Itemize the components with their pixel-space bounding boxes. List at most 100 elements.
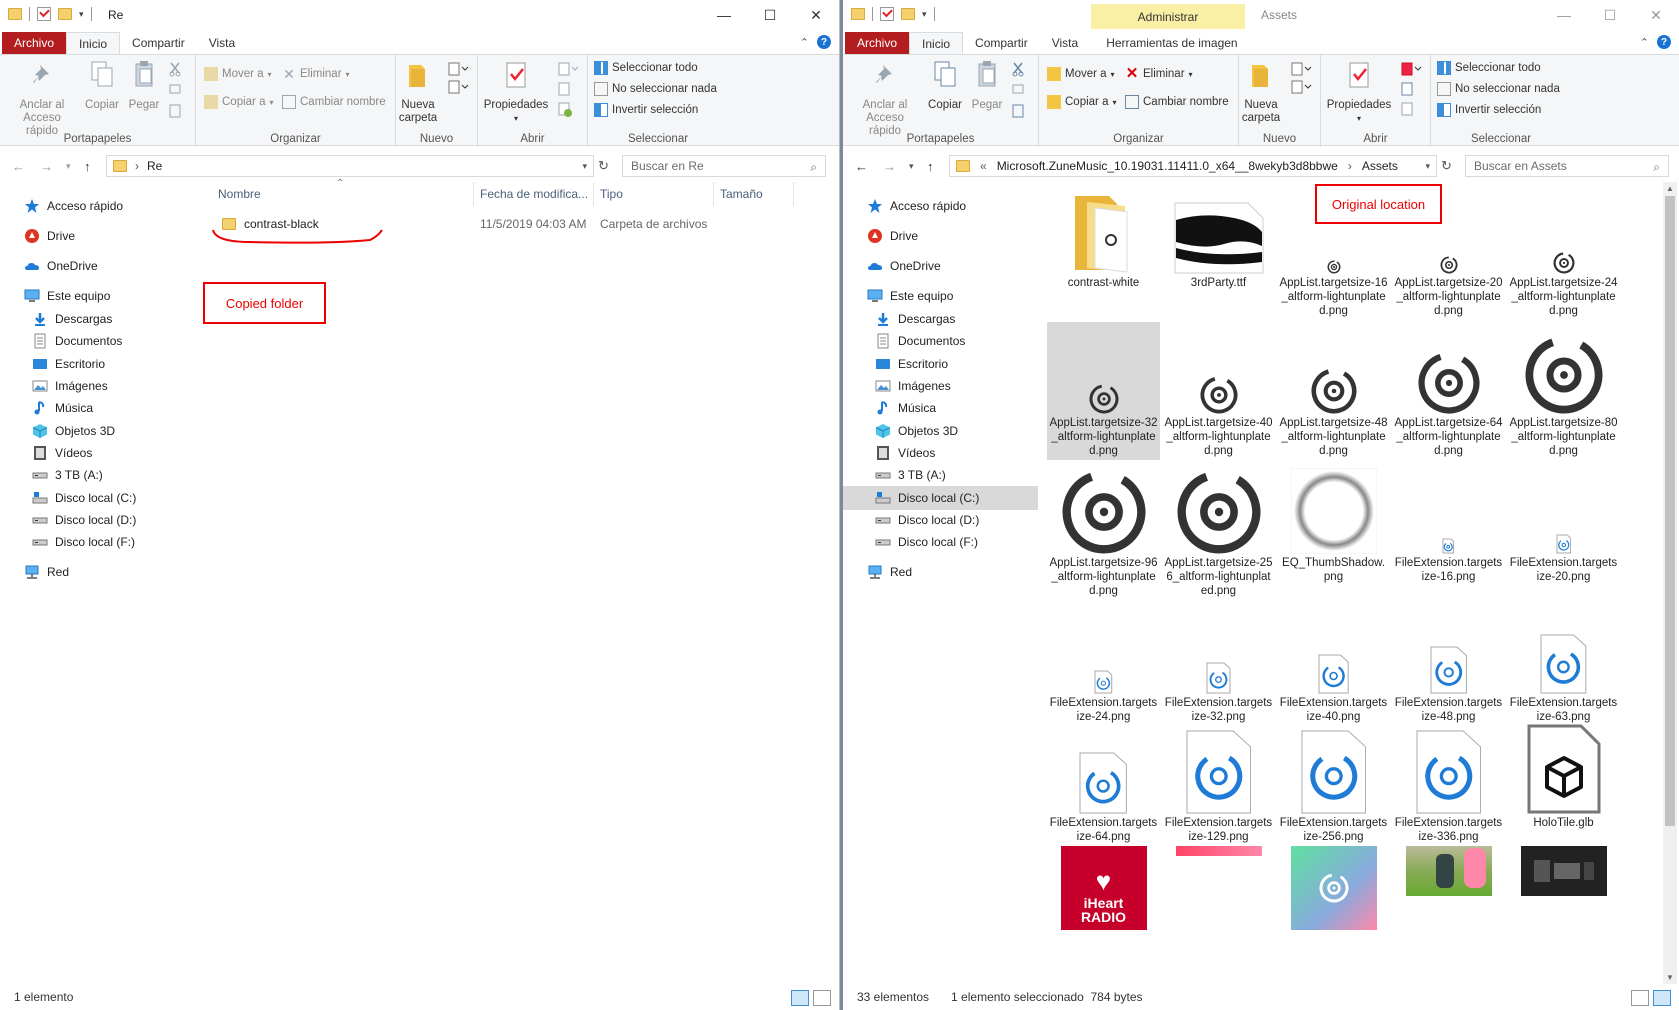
large-icons-view-button[interactable] — [1653, 990, 1671, 1006]
file-item[interactable]: AppList.targetsize-48_altform-lightunpla… — [1277, 322, 1390, 460]
sidebar-item-14[interactable]: Disco local (D:) — [0, 508, 200, 532]
file-item[interactable]: FileExtension.targetsize-63.png — [1507, 602, 1620, 740]
sidebar-item-6[interactable]: Documentos — [0, 329, 200, 353]
folder-icon[interactable] — [851, 8, 865, 20]
select-none-button[interactable]: No seleccionar nada — [1437, 82, 1560, 96]
back-arrow-icon[interactable]: ← — [855, 159, 868, 174]
column-name[interactable]: Nombre ⌃ — [212, 178, 474, 206]
sidebar-item-6[interactable]: Documentos — [843, 329, 1038, 353]
paste-button[interactable]: Pegar — [124, 59, 164, 112]
help-icon[interactable]: ? — [1657, 35, 1671, 49]
file-item[interactable]: FileExtension.targetsize-256.png — [1277, 722, 1390, 860]
tab-home[interactable]: Inicio — [66, 32, 121, 54]
file-item[interactable]: HoloTile.glb — [1507, 722, 1620, 860]
file-item[interactable]: AppList.targetsize-32_altform-lightunpla… — [1047, 322, 1160, 460]
sidebar-item-7[interactable]: Escritorio — [0, 352, 200, 376]
file-item[interactable]: FileExtension.targetsize-20.png — [1507, 462, 1620, 600]
details-view-button[interactable] — [791, 990, 809, 1006]
close-button[interactable]: ✕ — [793, 0, 839, 30]
file-item[interactable]: 3rdParty.ttf — [1162, 182, 1275, 320]
file-item[interactable]: FileExtension.targetsize-64.png — [1047, 722, 1160, 860]
file-item[interactable]: FileExtension.targetsize-48.png — [1392, 602, 1505, 740]
new-item-icons[interactable] — [446, 61, 470, 97]
file-item[interactable]: AppList.targetsize-80_altform-lightunpla… — [1507, 322, 1620, 460]
chevron-down-icon[interactable]: ▾ — [79, 9, 84, 20]
tab-share[interactable]: Compartir — [963, 32, 1040, 54]
file-item[interactable]: AppList.targetsize-96_altform-lightunpla… — [1047, 462, 1160, 600]
file-item[interactable] — [1392, 842, 1505, 962]
file-item[interactable]: AppList.targetsize-256_altform-lightunpl… — [1162, 462, 1275, 600]
maximize-button[interactable]: ☐ — [1587, 0, 1633, 30]
search-input[interactable]: Buscar en Assets ⌕ — [1465, 155, 1669, 177]
address-dropdown-icon[interactable]: ▾ — [1425, 161, 1430, 172]
sidebar-item-3[interactable]: OneDrive — [0, 254, 200, 278]
scrollbar-thumb[interactable] — [1665, 196, 1675, 826]
overflow-chevron-icon[interactable]: « — [980, 159, 987, 173]
sidebar-item-4[interactable]: Este equipo — [0, 284, 200, 308]
tab-share[interactable]: Compartir — [120, 32, 197, 54]
scroll-up-icon[interactable]: ▲ — [1663, 184, 1677, 193]
copy-to-button[interactable]: Copiar a ▾ — [1047, 95, 1116, 109]
select-all-button[interactable]: Seleccionar todo — [594, 61, 698, 75]
file-item[interactable] — [1277, 842, 1390, 962]
copy-button[interactable]: Copiar — [925, 59, 965, 112]
sidebar-item-5[interactable]: Descargas — [0, 307, 200, 331]
sidebar-item-16[interactable]: Red — [0, 560, 200, 584]
sidebar-item-16[interactable]: Red — [843, 560, 1038, 584]
sidebar-item-13[interactable]: Disco local (C:) — [0, 486, 200, 510]
scroll-down-icon[interactable]: ▼ — [1663, 973, 1677, 982]
forward-arrow-icon[interactable]: → — [40, 159, 53, 174]
tab-home[interactable]: Inicio — [909, 32, 964, 54]
sidebar-item-10[interactable]: Objetos 3D — [0, 419, 200, 443]
properties-button[interactable]: Propiedades ▾ — [482, 59, 550, 125]
delete-button[interactable]: ✕ Eliminar ▾ — [282, 67, 349, 81]
sidebar-item-9[interactable]: Música — [843, 396, 1038, 420]
sidebar-item-15[interactable]: Disco local (F:) — [843, 530, 1038, 554]
sidebar-item-11[interactable]: Vídeos — [0, 441, 200, 465]
address-bar[interactable]: « Microsoft.ZuneMusic_10.19031.11411.0_x… — [949, 155, 1437, 177]
open-small-icons[interactable] — [556, 61, 580, 121]
select-none-button[interactable]: No seleccionar nada — [594, 82, 717, 96]
sidebar-item-10[interactable]: Objetos 3D — [843, 419, 1038, 443]
large-icons-view-button[interactable] — [813, 990, 831, 1006]
recent-chevron-icon[interactable]: ▾ — [66, 161, 71, 172]
vertical-scrollbar[interactable]: ▲ ▼ — [1663, 182, 1677, 984]
refresh-icon[interactable]: ↻ — [598, 158, 609, 174]
address-dropdown-icon[interactable]: ▾ — [582, 161, 587, 172]
folder-item[interactable]: contrast-white — [1047, 182, 1160, 320]
column-type[interactable]: Tipo — [594, 182, 714, 206]
move-to-button[interactable]: Mover a ▾ — [1047, 67, 1115, 81]
sidebar-item-12[interactable]: 3 TB (A:) — [843, 463, 1038, 487]
select-all-button[interactable]: Seleccionar todo — [1437, 61, 1541, 75]
refresh-icon[interactable]: ↻ — [1441, 158, 1452, 174]
new-folder-button[interactable]: Nueva carpeta — [398, 59, 438, 125]
chevron-down-icon[interactable]: ▾ — [922, 9, 927, 20]
properties-icon[interactable] — [880, 7, 894, 21]
sidebar-item-8[interactable]: Imágenes — [0, 374, 200, 398]
file-item[interactable]: EQ_ThumbShadow.png — [1277, 462, 1390, 600]
sidebar-item-9[interactable]: Música — [0, 396, 200, 420]
tab-view[interactable]: Vista — [197, 32, 247, 54]
sidebar-item-11[interactable]: Vídeos — [843, 441, 1038, 465]
forward-arrow-icon[interactable]: → — [883, 159, 896, 174]
address-bar[interactable]: › Re ▾ — [106, 155, 594, 177]
file-item[interactable]: FileExtension.targetsize-129.png — [1162, 722, 1275, 860]
breadcrumb-package[interactable]: Microsoft.ZuneMusic_10.19031.11411.0_x64… — [997, 159, 1338, 173]
file-item[interactable] — [1162, 842, 1275, 962]
new-item-icons[interactable] — [1289, 61, 1313, 97]
new-folder-icon[interactable] — [901, 8, 915, 20]
recent-chevron-icon[interactable]: ▾ — [909, 161, 914, 172]
back-arrow-icon[interactable]: ← — [12, 159, 25, 174]
file-item[interactable]: FileExtension.targetsize-32.png — [1162, 602, 1275, 740]
minimize-button[interactable]: — — [701, 0, 747, 30]
tab-view[interactable]: Vista — [1040, 32, 1090, 54]
rename-button[interactable]: Cambiar nombre — [282, 95, 386, 109]
rename-button[interactable]: Cambiar nombre — [1125, 95, 1229, 109]
sidebar-item-4[interactable]: Este equipo — [843, 284, 1038, 308]
help-icon[interactable]: ? — [817, 35, 831, 49]
invert-selection-button[interactable]: Invertir selección — [1437, 103, 1541, 117]
sidebar-item-15[interactable]: Disco local (F:) — [0, 530, 200, 554]
file-item[interactable]: ♥ iHeart RADIO — [1047, 842, 1160, 962]
sidebar-item-7[interactable]: Escritorio — [843, 352, 1038, 376]
minimize-button[interactable]: — — [1541, 0, 1587, 30]
